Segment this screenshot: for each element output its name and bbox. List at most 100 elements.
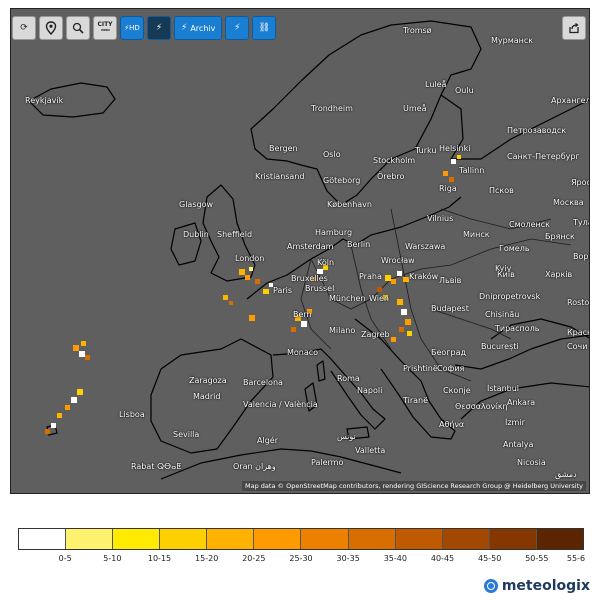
link-button[interactable]: ⛓ (252, 16, 277, 40)
city-label: Rostov (567, 298, 590, 307)
location-button[interactable] (39, 16, 63, 40)
city-label: Sheffield (217, 230, 253, 239)
city-label: München (329, 294, 366, 303)
city-label: İstanbul (487, 384, 520, 393)
zoom-button[interactable] (66, 16, 90, 40)
city-label: Сочи (567, 342, 588, 351)
city-label: Glasgow (179, 200, 214, 209)
city-label: Helsinki (439, 144, 471, 153)
city-label: Valencia / València (243, 400, 318, 409)
city-label: Гомель (499, 244, 530, 253)
city-label: Sevilla (173, 430, 200, 439)
city-label: Oran وهران (233, 462, 276, 471)
map-attribution: Map data © OpenStreetMap contributors, r… (242, 481, 586, 491)
hd-button[interactable]: ⚡ HD (120, 16, 144, 40)
legend-tick-label: 35-40 (383, 554, 407, 563)
city-label: Rabat ⵕⴱⴰⵟ (131, 462, 182, 471)
city-label: Тирасполь (495, 324, 540, 333)
city-label: Tromsø (403, 26, 432, 35)
city-label: Харків (545, 270, 573, 279)
brand-logo[interactable]: meteologix (483, 578, 590, 594)
city-label: Bergen (269, 144, 298, 153)
city-label: Stockholm (373, 156, 416, 165)
legend-swatch (536, 529, 583, 549)
city-label: Мурманск (491, 36, 534, 45)
city-label: Bruxelles (291, 274, 328, 283)
city-label: Яросл (571, 178, 589, 187)
legend-tick-label: 40-45 (430, 554, 455, 563)
city-label: Wrocław (381, 256, 415, 265)
city-label: Madrid (193, 392, 221, 401)
zoom-icon (72, 22, 84, 34)
share-button[interactable] (562, 16, 586, 40)
city-label: Napoli (357, 386, 383, 395)
city-label: İzmir (505, 418, 525, 427)
map-pin-icon (45, 21, 57, 35)
city-label: Dnipropetrovsk (479, 292, 541, 301)
ground-strike-icon: ⚡ (234, 23, 241, 33)
legend-swatch (113, 529, 161, 549)
city-label: Chișinău (485, 310, 520, 319)
city-label: Antalya (503, 440, 534, 449)
lightning-map[interactable]: Reykjavík Tromsø Мурманск Luleå Oulu Архангел… (10, 8, 590, 494)
city-label: Львів (439, 276, 462, 285)
legend-swatch (489, 529, 537, 549)
lightning-mode-button[interactable]: ⚡ (147, 16, 171, 40)
archive-button[interactable]: ⚡ Archiv (174, 16, 223, 40)
legend-tick-label: 55-6 (566, 554, 586, 563)
city-label: Brussel (305, 284, 335, 293)
city-label: Berlin (347, 240, 371, 249)
city-label: Скопје (443, 386, 471, 395)
city-label: Palermo (311, 458, 344, 467)
city-lines-icon: ═══ (101, 27, 110, 34)
brand-name: meteologix (501, 578, 590, 594)
city-label: Kristiansand (255, 172, 305, 181)
city-label: Краснодар (567, 328, 589, 337)
city-label: Oulu (455, 86, 474, 95)
archive-label: Archiv (190, 23, 216, 33)
legend-tick-label: 50-55 (525, 554, 549, 563)
city-label: Warszawa (405, 242, 446, 251)
legend-swatch (301, 529, 349, 549)
city-label: København (327, 200, 372, 209)
city-label: Köln (317, 258, 335, 267)
city-label: Prishtinë (403, 364, 438, 373)
city-label: Београд (431, 348, 467, 357)
city-label: Смоленск (509, 220, 551, 229)
city-label: Barcelona (243, 378, 283, 387)
city-label: Tallinn (459, 166, 485, 175)
legend-tick-label: 15-20 (195, 554, 219, 563)
city-label: تونس (337, 432, 356, 441)
city-label: Київ (497, 270, 515, 279)
city-label: Θεσσαλονίκη (455, 402, 508, 411)
city-label: Umeå (403, 104, 427, 113)
city-label: Paris (273, 286, 293, 295)
city-label: Zaragoza (189, 376, 227, 385)
city-label: Архангельск (551, 96, 590, 105)
color-legend (18, 528, 584, 550)
city-label: دمشق (555, 470, 577, 479)
city-label: Санкт-Петербург (507, 152, 580, 161)
city-label: Минск (463, 230, 490, 239)
city-label: București (481, 342, 519, 351)
legend-swatch (348, 529, 396, 549)
city-label: Budapest (431, 304, 469, 313)
city-label: Göteborg (323, 176, 361, 185)
city-label: Trondheim (311, 104, 353, 113)
city-label: Tiranë (403, 396, 429, 405)
city-label: Örebro (377, 172, 405, 181)
legend-tick-label: 25-30 (289, 554, 313, 563)
city-label: Monaco (287, 348, 319, 357)
legend-tick-label: 30-35 (336, 554, 360, 563)
legend-swatch (442, 529, 490, 549)
city-label: Брянск (545, 232, 575, 241)
refresh-button[interactable]: ⟳ (12, 16, 36, 40)
city-label: Dublin (183, 230, 209, 239)
hd-label: HD (129, 24, 140, 32)
legend-tick-label: 0-5 (58, 554, 72, 563)
lightning-ground-button[interactable]: ⚡ (225, 16, 250, 40)
city-toggle-button[interactable]: CITY ═══ (93, 16, 117, 40)
city-label: Москва (553, 198, 584, 207)
legend-swatch (160, 529, 208, 549)
city-label: Algér (257, 436, 278, 445)
